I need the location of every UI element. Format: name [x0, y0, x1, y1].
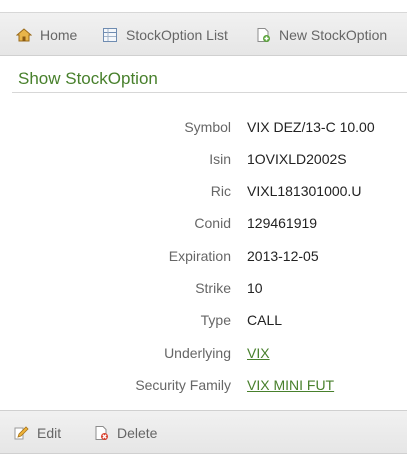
nav-new-label: New StockOption — [279, 27, 388, 43]
house-icon — [15, 27, 33, 43]
delete-label: Delete — [117, 425, 158, 441]
field-label: Underlying — [164, 345, 231, 361]
field-value: 2013-12-05 — [247, 248, 319, 264]
field-label: Strike — [195, 280, 231, 296]
field-row-type: Type CALL — [0, 309, 407, 331]
field-row-conid: Conid 129461919 — [0, 212, 407, 234]
field-value: VIX MINI FUT — [247, 377, 334, 393]
pencil-icon — [13, 425, 29, 441]
field-row-symbol: Symbol VIX DEZ/13-C 10.00 — [0, 116, 407, 138]
field-label: Symbol — [184, 119, 231, 135]
field-value: VIX — [247, 345, 270, 361]
field-row-underlying: Underlying VIX — [0, 342, 407, 364]
nav-list-label: StockOption List — [126, 27, 228, 43]
underlying-link[interactable]: VIX — [247, 345, 270, 361]
field-row-expiration: Expiration 2013-12-05 — [0, 245, 407, 267]
field-label: Expiration — [168, 248, 231, 264]
action-bar: Edit Delete — [0, 410, 407, 454]
field-value: 1OVIXLD2002S — [247, 151, 347, 167]
field-value: VIXL181301000.U — [247, 183, 362, 199]
top-nav-bar: Home StockOption List New StockOption — [0, 12, 407, 56]
new-document-icon — [255, 27, 271, 43]
field-value: 10 — [247, 280, 263, 296]
nav-list-link[interactable]: StockOption List — [102, 13, 228, 57]
field-value: CALL — [247, 312, 283, 328]
field-row-strike: Strike 10 — [0, 277, 407, 299]
field-label: Type — [200, 312, 231, 328]
field-value: VIX DEZ/13-C 10.00 — [247, 119, 375, 135]
page-title: Show StockOption — [18, 69, 158, 88]
nav-home-link[interactable]: Home — [15, 13, 78, 57]
security-family-link[interactable]: VIX MINI FUT — [247, 377, 334, 393]
field-label: Conid — [194, 215, 231, 231]
field-row-ric: Ric VIXL181301000.U — [0, 180, 407, 202]
field-value: 129461919 — [247, 215, 318, 231]
title-divider — [12, 92, 407, 93]
delete-button[interactable]: Delete — [93, 411, 157, 455]
field-row-security-family: Security Family VIX MINI FUT — [0, 374, 407, 396]
edit-button[interactable]: Edit — [13, 411, 61, 455]
field-label: Ric — [210, 183, 231, 199]
nav-new-link[interactable]: New StockOption — [255, 13, 387, 57]
nav-home-label: Home — [40, 27, 78, 43]
edit-label: Edit — [37, 425, 62, 441]
field-label: Isin — [209, 151, 231, 167]
table-list-icon — [102, 27, 118, 43]
delete-document-icon — [93, 425, 109, 441]
field-label: Security Family — [135, 377, 231, 393]
field-row-isin: Isin 1OVIXLD2002S — [0, 148, 407, 170]
